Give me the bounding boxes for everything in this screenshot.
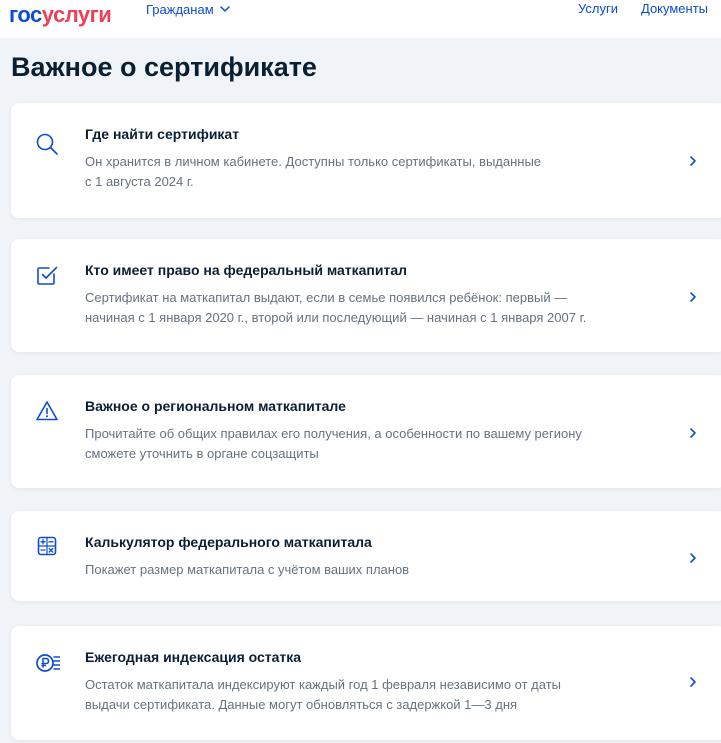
card-find-certificate[interactable]: Где найти сертификат Он хранится в лично…	[11, 103, 721, 218]
search-icon	[35, 132, 59, 156]
card-description-line: Он хранится в личном кабинете. Доступны …	[85, 154, 542, 169]
citizens-dropdown[interactable]: Гражданам	[146, 0, 230, 18]
card-description-line: начиная с 1 января 2020 г., второй или п…	[85, 310, 587, 325]
chevron-right-icon	[689, 552, 697, 564]
card-title: Кто имеет право на федеральный маткапита…	[85, 262, 408, 278]
chevron-right-icon	[689, 676, 697, 688]
card-description: Прочитайте об общих правилах его получен…	[85, 424, 655, 464]
card-description-line: Остаток маткапитала индексируют каждый г…	[85, 677, 562, 692]
chevron-right-icon	[689, 427, 697, 439]
checkbox-icon	[35, 263, 59, 287]
card-federal-eligibility[interactable]: Кто имеет право на федеральный маткапита…	[11, 239, 721, 352]
card-capital-calculator[interactable]: Калькулятор федерального маткапитала Пок…	[11, 511, 721, 601]
calculator-icon	[35, 534, 59, 558]
card-annual-indexation[interactable]: Ежегодная индексация остатка Остаток мат…	[11, 626, 721, 740]
card-description-line: Прочитайте об общих правилах его получен…	[85, 426, 582, 441]
card-title: Важное о региональном маткапитале	[85, 398, 346, 414]
logo-part-uslugi: услуги	[41, 2, 112, 27]
card-description: Остаток маткапитала индексируют каждый г…	[85, 675, 655, 715]
chevron-down-icon	[219, 6, 230, 12]
ruble-index-icon	[35, 651, 63, 675]
card-title: Калькулятор федерального маткапитала	[85, 534, 372, 550]
card-description-line: выдачи сертификата. Данные могут обновля…	[85, 697, 518, 712]
card-title: Где найти сертификат	[85, 126, 240, 142]
card-description-line: сможете уточнить в органе соцзащиты	[85, 446, 319, 461]
warning-icon	[35, 399, 59, 423]
top-header: госуслуги Гражданам Услуги Документы	[0, 0, 721, 38]
nav-link-documents[interactable]: Документы	[641, 0, 708, 18]
card-regional-capital[interactable]: Важное о региональном маткапитале Прочит…	[11, 375, 721, 488]
card-title: Ежегодная индексация остатка	[85, 649, 302, 665]
logo-part-gos: гос	[9, 2, 42, 27]
page-title: Важное о сертификате	[11, 52, 317, 82]
card-description-line: с 1 августа 2024 г.	[85, 174, 194, 189]
citizens-label: Гражданам	[146, 1, 214, 17]
card-description: Покажет размер маткапитала с учётом ваши…	[85, 560, 655, 580]
card-description-line: Сертификат на маткапитал выдают, если в …	[85, 290, 568, 305]
chevron-right-icon	[689, 291, 697, 303]
gosuslugi-logo[interactable]: госуслуги	[9, 2, 112, 27]
card-description-line: Покажет размер маткапитала с учётом ваши…	[85, 562, 410, 577]
chevron-right-icon	[689, 155, 697, 167]
card-description: Он хранится в личном кабинете. Доступны …	[85, 152, 655, 192]
nav-link-services[interactable]: Услуги	[578, 0, 618, 18]
card-description: Сертификат на маткапитал выдают, если в …	[85, 288, 655, 328]
